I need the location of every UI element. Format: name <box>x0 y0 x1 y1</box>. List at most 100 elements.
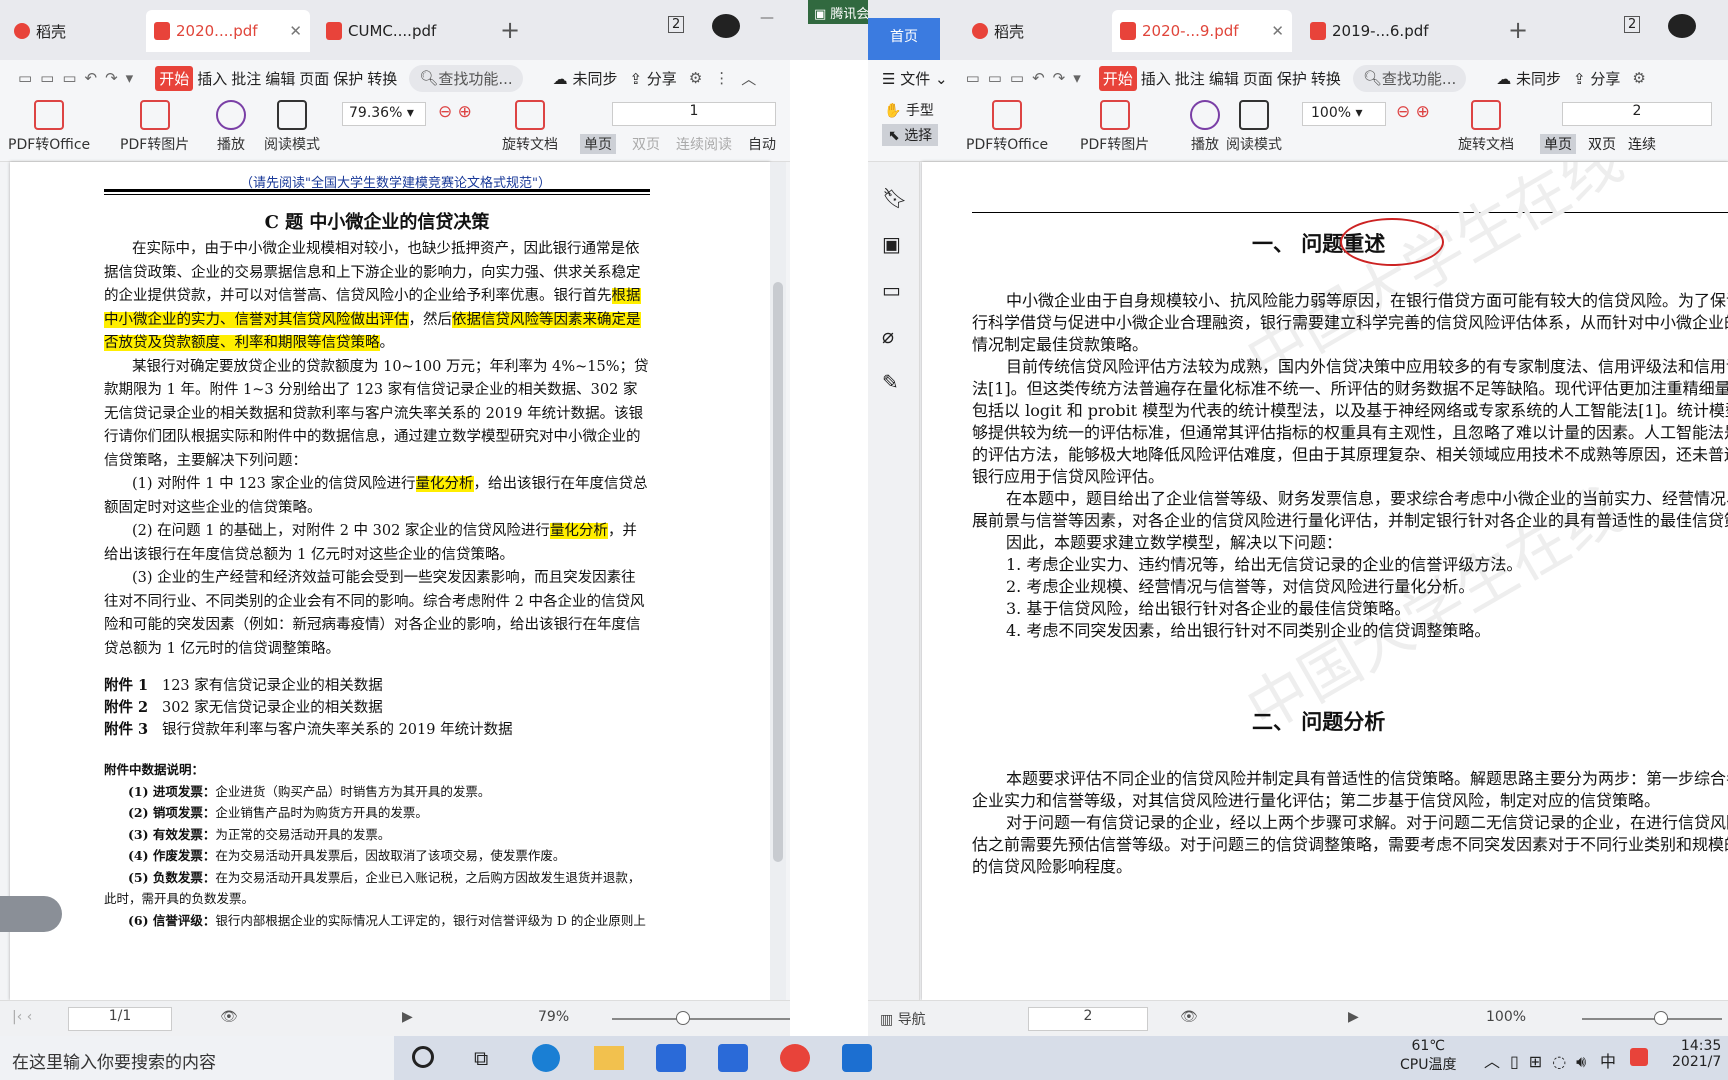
menu-insert[interactable]: 插入 <box>1141 68 1171 89</box>
tab-pdf-2020[interactable]: 2020-...9.pdf ✕ <box>1112 10 1292 52</box>
tab-docer[interactable]: 稻壳 <box>964 10 1104 52</box>
continuous-button[interactable]: 连续 <box>1628 134 1656 154</box>
pdf-to-office-button[interactable]: PDF转Office <box>966 100 1048 154</box>
hand-tool-button[interactable]: ✋ 手型 <box>884 100 934 120</box>
menu-convert[interactable]: 转换 <box>367 68 397 89</box>
rotate-doc-button[interactable]: 旋转文档 <box>502 100 558 154</box>
search-function-input[interactable]: 🔍︎ 查找功能... <box>1352 64 1467 92</box>
quick-access-icons[interactable]: ▭▭▭↶↷▾ <box>18 69 141 87</box>
page-indicator[interactable]: 2 <box>1028 1007 1148 1031</box>
minimize-icon[interactable]: — <box>760 10 774 26</box>
tab-pdf-2020[interactable]: 2020....pdf ✕ <box>146 10 310 52</box>
play-icon[interactable]: ▶ <box>1348 1009 1359 1025</box>
reading-mode-button[interactable]: 阅读模式 <box>1226 100 1282 154</box>
single-page-button[interactable]: 单页 <box>1540 134 1576 154</box>
home-tab[interactable]: 首页 <box>868 18 940 60</box>
left-scrollbar[interactable] <box>770 162 786 1000</box>
settings-icon[interactable]: ⚙ <box>689 69 702 87</box>
pdf-to-image-button[interactable]: PDF转图片 <box>1080 100 1149 154</box>
double-page-button[interactable]: 双页 <box>1588 134 1616 154</box>
tab-docer[interactable]: 稻壳 <box>6 10 146 52</box>
scroll-thumb[interactable] <box>773 282 783 862</box>
play-icon[interactable]: ▶ <box>402 1009 413 1025</box>
single-page-button[interactable]: 单页 <box>580 134 616 154</box>
menu-start[interactable]: 开始 <box>1098 65 1137 91</box>
nav-button[interactable]: ▥ 导航 <box>880 1009 926 1029</box>
window-count-badge[interactable]: 2 <box>668 16 685 33</box>
sync-status[interactable]: ☁ 未同步 <box>1496 68 1561 89</box>
taskbar-search-box[interactable]: 在这里输入你要搜索的内容 <box>0 1036 394 1080</box>
play-button[interactable]: 播放 <box>216 100 246 154</box>
menu-annotate[interactable]: 批注 <box>1175 68 1205 89</box>
select-tool-button[interactable]: ⬉ 选择 <box>882 124 939 146</box>
side-collapse-handle[interactable] <box>0 896 62 932</box>
bookmark-icon[interactable]: 🔖︎ <box>882 186 907 210</box>
zoom-slider[interactable] <box>612 1018 790 1020</box>
window-count-badge[interactable]: 2 <box>1624 16 1641 33</box>
page-input[interactable]: 1 <box>612 102 776 126</box>
zoom-select[interactable]: 79.36% ▾ <box>342 102 426 126</box>
zoom-icons[interactable]: ⊖ ⊕ <box>438 102 472 122</box>
new-tab-icon[interactable]: + <box>500 16 520 44</box>
menu-edit[interactable]: 编辑 <box>265 68 295 89</box>
zoom-slider[interactable] <box>1582 1018 1722 1020</box>
play-button[interactable]: 播放 <box>1190 100 1220 154</box>
tab-pdf-2019[interactable]: 2019-...6.pdf <box>1302 10 1476 52</box>
zoom-slider-thumb[interactable] <box>1654 1011 1668 1025</box>
prev-page-icons[interactable]: |‹ ‹ <box>12 1009 32 1025</box>
comment-icon[interactable]: ▭ <box>882 278 901 302</box>
menu-page[interactable]: 页面 <box>1243 68 1273 89</box>
close-icon[interactable]: ✕ <box>1271 22 1284 40</box>
zoom-select[interactable]: 100% ▾ <box>1302 102 1386 126</box>
quick-access-icons[interactable]: ▭▭▭↶↷▾ <box>966 69 1089 87</box>
tray-icons[interactable]: ︿▯⊞◌🔊︎ <box>1484 1048 1596 1072</box>
sign-icon[interactable]: ✎ <box>882 370 899 394</box>
menu-protect[interactable]: 保护 <box>333 68 363 89</box>
page-indicator[interactable]: 1/1 <box>68 1007 172 1031</box>
edge-icon[interactable] <box>532 1044 560 1072</box>
app-icon[interactable] <box>718 1044 748 1072</box>
file-explorer-icon[interactable] <box>594 1046 624 1070</box>
auto-scroll-button[interactable]: 自动 <box>748 134 776 154</box>
share-button[interactable]: ⇪ 分享 <box>1573 68 1620 89</box>
avatar[interactable] <box>712 14 740 38</box>
meeting-app-icon[interactable] <box>842 1044 872 1072</box>
menu-start[interactable]: 开始 <box>155 65 194 91</box>
continuous-button[interactable]: 连续阅读 <box>676 134 732 154</box>
pdf-to-image-button[interactable]: PDF转图片 <box>120 100 189 154</box>
avatar[interactable] <box>1668 14 1696 38</box>
collapse-icon[interactable]: ︿ <box>741 68 756 89</box>
menu-protect[interactable]: 保护 <box>1277 68 1307 89</box>
wps-icon[interactable] <box>780 1044 810 1072</box>
rotate-doc-button[interactable]: 旋转文档 <box>1458 100 1514 154</box>
eye-icon[interactable]: 👁 <box>220 1009 238 1025</box>
zoom-icons[interactable]: ⊖ ⊕ <box>1396 102 1430 122</box>
ime-indicator[interactable]: 中 <box>1600 1048 1616 1072</box>
search-function-input[interactable]: 🔍︎ 查找功能... <box>409 64 523 92</box>
eye-icon[interactable]: 👁 <box>1180 1009 1198 1025</box>
menu-page[interactable]: 页面 <box>299 68 329 89</box>
thumbnail-icon[interactable]: ▣ <box>882 232 901 256</box>
file-menu[interactable]: ☰ 文件 ⌄ <box>882 68 948 89</box>
pdf-to-office-button[interactable]: PDF转Office <box>8 100 90 154</box>
new-tab-icon[interactable]: + <box>1508 16 1528 44</box>
zoom-slider-thumb[interactable] <box>676 1011 690 1025</box>
app-icon[interactable] <box>656 1044 686 1072</box>
clock[interactable]: 14:35 2021/7 <box>1672 1038 1721 1070</box>
settings-icon[interactable]: ⚙ <box>1632 69 1645 87</box>
attachment-icon[interactable]: ⌀ <box>882 324 894 348</box>
menu-convert[interactable]: 转换 <box>1311 68 1341 89</box>
page-input[interactable]: 2 <box>1562 102 1712 126</box>
menu-edit[interactable]: 编辑 <box>1209 68 1239 89</box>
cortana-icon[interactable] <box>412 1046 434 1068</box>
more-icon[interactable]: ⋮ <box>714 69 729 87</box>
close-icon[interactable]: ✕ <box>289 22 302 40</box>
share-button[interactable]: ⇪ 分享 <box>629 68 676 89</box>
tab-pdf-cumc[interactable]: CUMC....pdf <box>318 10 478 52</box>
task-view-icon[interactable]: ⧉ <box>474 1046 488 1070</box>
menu-annotate[interactable]: 批注 <box>231 68 261 89</box>
menu-insert[interactable]: 插入 <box>197 68 227 89</box>
zoom-readout[interactable]: 100% <box>1486 1009 1526 1025</box>
sogou-icon[interactable] <box>1630 1048 1648 1066</box>
reading-mode-button[interactable]: 阅读模式 <box>264 100 320 154</box>
